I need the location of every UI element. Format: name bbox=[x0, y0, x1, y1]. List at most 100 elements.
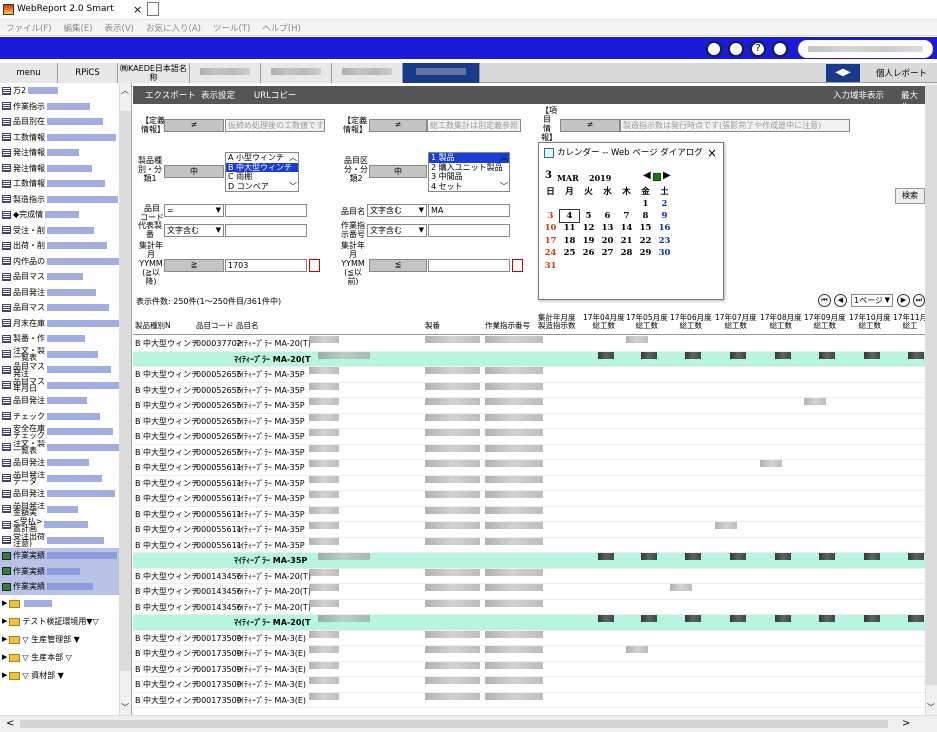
next-page-icon[interactable]: ▶ bbox=[897, 294, 910, 307]
calendar-day[interactable]: 5 bbox=[579, 210, 598, 222]
tab-2[interactable] bbox=[261, 63, 332, 83]
work-input[interactable] bbox=[428, 224, 510, 237]
sidebar-item[interactable]: <受払> 置計画 bbox=[0, 517, 131, 533]
sidebar-item[interactable]: 工数情報 bbox=[0, 176, 131, 192]
name-input[interactable]: MA bbox=[428, 204, 510, 217]
table-row[interactable]: B 中大型ウィンチ 000052655 ﾏｲﾃｨｰﾌﾟﾗｰ MA-35P bbox=[133, 398, 925, 414]
menu-tools[interactable]: ツール(T) bbox=[207, 20, 256, 36]
table-row[interactable]: B 中大型ウィンチ 000173509 ﾏｲﾃｨｰﾌﾟﾗｰ MA-3(E) bbox=[133, 692, 925, 708]
page-select[interactable]: 1ページ bbox=[851, 294, 893, 307]
menu-help[interactable]: ヘルプ(H) bbox=[256, 20, 307, 36]
sidebar-item[interactable]: 発注情報 bbox=[0, 161, 131, 177]
calendar-day[interactable]: 3 bbox=[541, 210, 560, 222]
sidebar-folder[interactable]: ▶ ▽ 生産管理部 ▼ bbox=[0, 631, 131, 649]
calendar-day[interactable]: 18 bbox=[560, 235, 579, 247]
expand-icon[interactable]: ▶ bbox=[2, 632, 7, 647]
tab-3[interactable] bbox=[332, 63, 403, 83]
sidebar-item[interactable]: 品目発注 データ bbox=[0, 471, 131, 487]
column-header[interactable]: 17年06月度 総工数 bbox=[670, 314, 712, 330]
expand-icon[interactable]: ▶ bbox=[2, 596, 7, 611]
sidebar-item[interactable]: 品目発注 bbox=[0, 285, 131, 301]
expand-icon[interactable]: ▶ bbox=[2, 650, 7, 665]
calendar-day[interactable]: 4 bbox=[559, 208, 580, 224]
table-row[interactable]: B 中大型ウィンチ 000055611 ﾏｲﾃｨｰﾌﾟﾗｰ MA-35P bbox=[133, 475, 925, 491]
column-header[interactable]: 17年04月度 総工数 bbox=[583, 314, 625, 330]
main-scrollbar[interactable]: ﹀ bbox=[925, 83, 937, 715]
calendar-day[interactable]: 10 bbox=[541, 222, 560, 234]
sidebar-folder[interactable]: ▶ テスト検証環境用▼▽ bbox=[0, 613, 131, 631]
calendar-day[interactable]: 6 bbox=[598, 210, 617, 222]
ym-from-input[interactable]: 1703 bbox=[225, 259, 307, 272]
column-header[interactable]: 作業指示番号 bbox=[485, 322, 530, 330]
calendar-close-icon[interactable]: × bbox=[707, 146, 717, 160]
sidebar-item[interactable]: 作業実績 bbox=[0, 548, 131, 564]
table-row[interactable]: B 中大型ウィンチ 000052655 ﾏｲﾃｨｰﾌﾟﾗｰ MA-35P bbox=[133, 382, 925, 398]
calendar-day[interactable]: 31 bbox=[541, 259, 560, 271]
calendar-day[interactable]: 24 bbox=[541, 247, 560, 259]
column-header[interactable]: 17年09月度 総工数 bbox=[804, 314, 846, 330]
sidebar-item[interactable]: 発注情報 bbox=[0, 145, 131, 161]
list-option[interactable]: A 小型ウィンチ bbox=[226, 153, 298, 163]
settings-icon[interactable] bbox=[728, 41, 744, 57]
sidebar-item[interactable]: 製造指示 bbox=[0, 192, 131, 208]
logout-icon[interactable] bbox=[772, 41, 788, 57]
table-row[interactable]: B 中大型ウィンチ 000055611 ﾏｲﾃｨｰﾌﾟﾗｰ MA-35P bbox=[133, 460, 925, 476]
group-total-row[interactable]: ﾏｲﾃｨｰﾌﾟﾗｰ MA-20(T bbox=[133, 615, 925, 631]
table-row[interactable]: B 中大型ウィンチ 000173509 ﾏｲﾃｨｰﾌﾟﾗｰ MA-3(E) bbox=[133, 630, 925, 646]
list-scroll-icon[interactable]: ﹀ bbox=[289, 182, 297, 191]
calendar-day[interactable]: 19 bbox=[579, 235, 598, 247]
sidebar-folder[interactable]: ▶ ▽ 資材部 ▼ bbox=[0, 667, 131, 685]
sidebar-item[interactable]: 万2 bbox=[0, 83, 131, 99]
display-settings-button[interactable]: 表示設定 bbox=[201, 89, 235, 101]
calendar-day[interactable]: 13 bbox=[598, 222, 617, 234]
search-button[interactable]: 検索 bbox=[895, 188, 925, 204]
sidebar-item[interactable]: 注文・製 一覧表 bbox=[0, 440, 131, 456]
sidebar-item[interactable]: 製番・作 bbox=[0, 331, 131, 347]
column-header[interactable]: 品目コード bbox=[196, 322, 234, 330]
ym-to-calendar-icon[interactable] bbox=[512, 259, 523, 272]
help-icon[interactable]: ? bbox=[750, 41, 766, 57]
sidebar-item[interactable]: 安全在庫 チェック bbox=[0, 424, 131, 440]
group-total-row[interactable]: ﾏｲﾃｨｰﾌﾟﾗｰ MA-20(T bbox=[133, 351, 925, 367]
calendar-day[interactable]: 2 bbox=[655, 197, 674, 209]
column-header[interactable]: 製番 bbox=[425, 322, 440, 330]
table-row[interactable]: B 中大型ウィンチ 000143456 ﾏｲﾃｨｰﾌﾟﾗｰ MA-20(T) bbox=[133, 599, 925, 615]
list-scroll-icon[interactable]: ︿ bbox=[289, 153, 297, 162]
horizontal-scrollbar[interactable]: < > bbox=[0, 715, 937, 732]
sidebar-item[interactable]: 品目マス bbox=[0, 269, 131, 285]
list-option[interactable]: 4 セット bbox=[429, 182, 509, 192]
tab-close-icon[interactable]: × bbox=[133, 3, 142, 16]
calendar-day[interactable]: 8 bbox=[636, 210, 655, 222]
window-control-icon[interactable]: ◀▶ bbox=[826, 64, 860, 82]
sidebar-item[interactable]: 工数情報 bbox=[0, 130, 131, 146]
work-op-select[interactable]: 文字含む bbox=[367, 224, 427, 237]
list-option[interactable]: B 中大型ウィンチ bbox=[226, 162, 298, 172]
column-header[interactable]: 製品種別N bbox=[135, 322, 171, 330]
tab-1[interactable] bbox=[190, 63, 261, 83]
class2-list[interactable]: 1 製品 2 購入ユニット製品 3 中間品 4 セット ︿ ﹀ bbox=[428, 152, 510, 192]
ym-to-input[interactable] bbox=[428, 259, 510, 272]
tab-active[interactable] bbox=[403, 63, 480, 83]
table-row[interactable]: B 中大型ウィンチ 000173509 ﾏｲﾃｨｰﾌﾟﾗｰ MA-3(E) bbox=[133, 661, 925, 677]
list-option[interactable]: 3 中間品 bbox=[429, 172, 509, 182]
sidebar-item[interactable]: 品目発注 bbox=[0, 393, 131, 409]
table-row[interactable]: B 中大型ウィンチ 000143456 ﾏｲﾃｨｰﾌﾟﾗｰ MA-20(T) bbox=[133, 584, 925, 600]
rep-input[interactable] bbox=[225, 224, 307, 237]
sidebar-item[interactable]: 内作品の bbox=[0, 254, 131, 270]
sidebar-item[interactable]: 注文・製 一覧表 bbox=[0, 347, 131, 363]
menu-file[interactable]: ファイル(F) bbox=[0, 20, 58, 36]
calendar-day[interactable]: 27 bbox=[598, 247, 617, 259]
calendar-day[interactable]: 16 bbox=[655, 222, 674, 234]
calendar-day[interactable]: 30 bbox=[655, 247, 674, 259]
sidebar-folder[interactable]: ▶ bbox=[0, 595, 131, 613]
calendar-day[interactable]: 22 bbox=[636, 235, 655, 247]
column-header[interactable]: 17年05月度 総工数 bbox=[626, 314, 668, 330]
new-tab-icon[interactable] bbox=[147, 2, 159, 16]
calendar-day[interactable]: 26 bbox=[579, 247, 598, 259]
expand-icon[interactable]: ▶ bbox=[2, 668, 7, 683]
table-row[interactable]: B 中大型ウィンチ 000055611 ﾏｲﾃｨｰﾌﾟﾗｰ MA-35P bbox=[133, 506, 925, 522]
sidebar-item[interactable]: 品目マス bbox=[0, 300, 131, 316]
table-row[interactable]: B 中大型ウィンチ 000052655 ﾏｲﾃｨｰﾌﾟﾗｰ MA-35P bbox=[133, 367, 925, 383]
table-row[interactable]: B 中大型ウィンチ 000143456 ﾏｲﾃｨｰﾌﾟﾗｰ MA-20(T) bbox=[133, 568, 925, 584]
ym-from-calendar-icon[interactable] bbox=[309, 259, 320, 272]
